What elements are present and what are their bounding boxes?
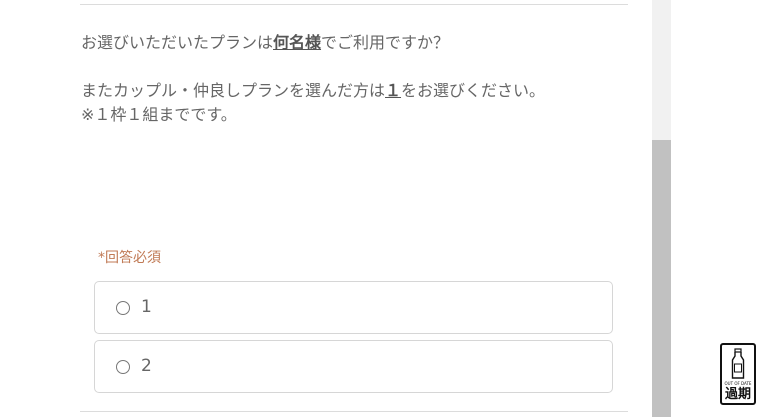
milk-bottle-icon [731, 348, 745, 379]
divider-bottom [80, 411, 628, 412]
question-emphasis-people: 何名様 [273, 33, 322, 52]
question-line-1-start: お選びいただいたプランは [81, 33, 274, 52]
badge-small-text: OUT OF DATE [724, 381, 752, 386]
radio-icon[interactable] [116, 360, 130, 374]
divider-top [80, 4, 628, 5]
question-emphasis-one: １ [385, 81, 402, 100]
scrollbar-thumb[interactable] [652, 140, 671, 417]
radio-icon[interactable] [116, 301, 130, 315]
page: お選びいただいたプランは何名様でご利用ですか？ またカップル・仲良しプランを選ん… [0, 0, 768, 417]
option-label: 2 [141, 356, 152, 376]
out-of-date-badge: OUT OF DATE 過期 [720, 343, 756, 405]
badge-main-text: 過期 [724, 387, 751, 402]
question-text: お選びいただいたプランは何名様でご利用ですか？ またカップル・仲良しプランを選ん… [81, 31, 621, 127]
option-label: 1 [141, 297, 152, 317]
vertical-scrollbar[interactable] [652, 0, 671, 417]
question-line-2-end: をお選びください。 [401, 81, 546, 100]
question-spacer [81, 55, 621, 79]
option-2[interactable]: 2 [94, 340, 613, 393]
question-line-3: ※１枠１組までです。 [81, 105, 237, 124]
required-label: *回答必須 [98, 250, 161, 266]
question-line-1: お選びいただいたプランは何名様でご利用ですか？ [81, 31, 621, 55]
survey-content: お選びいただいたプランは何名様でご利用ですか？ またカップル・仲良しプランを選ん… [80, 0, 628, 417]
option-1[interactable]: 1 [94, 281, 613, 334]
question-line-1-end: でご利用ですか？ [321, 33, 450, 52]
question-line-2: またカップル・仲良しプランを選んだ方は１をお選びください。 [81, 79, 621, 103]
question-line-2-start: またカップル・仲良しプランを選んだ方は [81, 81, 386, 100]
